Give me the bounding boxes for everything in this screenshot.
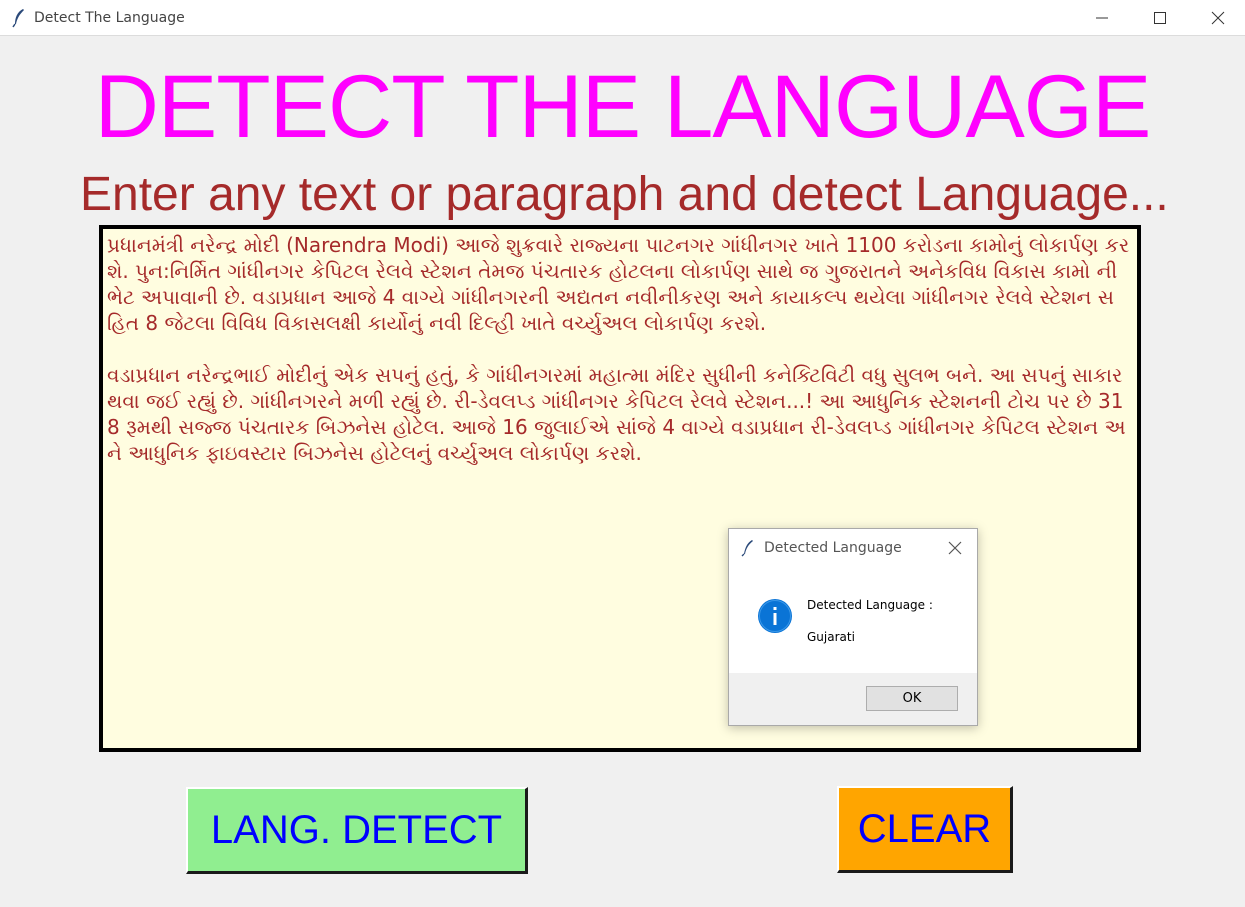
page-subtitle: Enter any text or paragraph and detect L… [80,168,1169,221]
dialog-title: Detected Language [764,540,902,556]
close-button[interactable] [1189,0,1245,36]
window-title: Detect The Language [34,10,185,26]
detected-language-dialog: Detected Language Detected Language : Gu… [728,528,978,726]
info-icon [758,599,792,633]
feather-icon [12,9,24,28]
close-icon[interactable] [948,541,962,555]
maximize-icon [1154,12,1166,24]
feather-icon [741,540,753,557]
maximize-button[interactable] [1131,0,1189,36]
page-title: DETECT THE LANGUAGE [94,56,1152,156]
minimize-icon [1096,17,1108,19]
text-paragraph: વડાપ્રધાન નરેન્દ્રભાઈ મોદીનું એક સપનું હ… [107,363,1126,465]
ok-button[interactable]: OK [866,686,958,711]
minimize-button[interactable] [1073,0,1131,36]
dialog-message-value: Gujarati [807,630,855,644]
close-icon [1211,11,1225,25]
text-input-area[interactable]: પ્રધાનમંત્રી નરેન્દ્ર મોદી (Narendra Mod… [99,225,1141,752]
dialog-message-label: Detected Language : [807,598,933,612]
window-titlebar: Detect The Language [0,0,1245,36]
clear-button[interactable]: CLEAR [837,786,1013,873]
dialog-footer: OK [729,673,977,725]
lang-detect-button[interactable]: LANG. DETECT [186,787,528,874]
text-paragraph: પ્રધાનમંત્રી નરેન્દ્ર મોદી (Narendra Mod… [107,233,1130,335]
